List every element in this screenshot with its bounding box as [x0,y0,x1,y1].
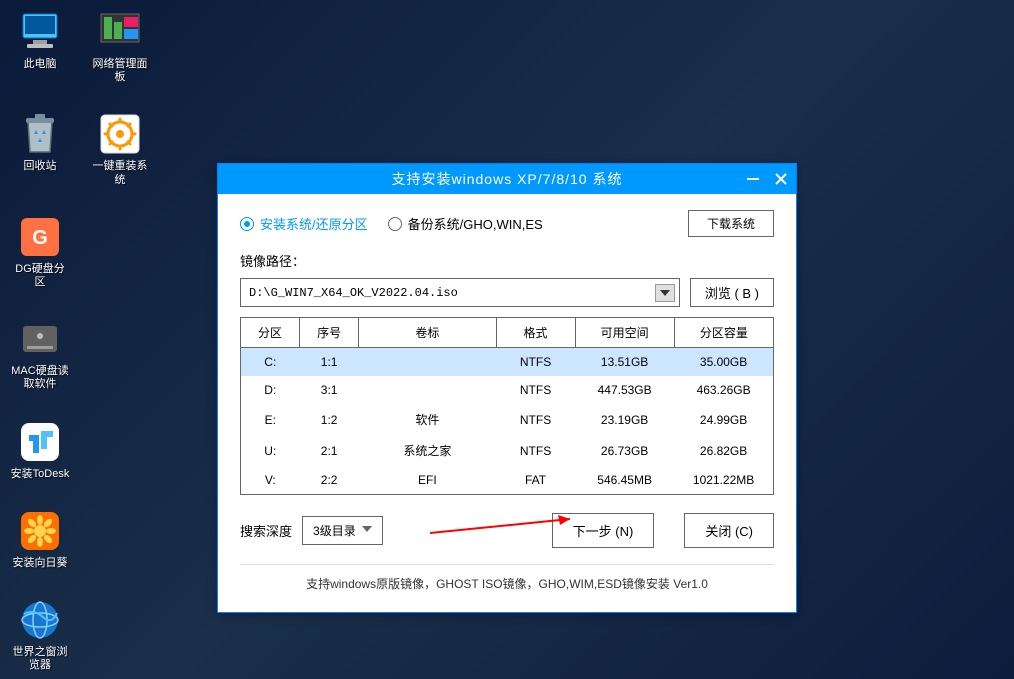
cell-partition: U: [241,435,300,466]
cell-volume [359,376,496,404]
table-header-row: 分区 序号 卷标 格式 可用空间 分区容量 [241,318,774,348]
desktop-icon-recycle-bin[interactable]: 回收站 [10,112,70,186]
cell-partition: E: [241,404,300,435]
cell-capacity: 1021.22MB [674,466,773,495]
icon-label: 此电脑 [24,58,57,71]
header-capacity: 分区容量 [674,318,773,348]
cell-format: NTFS [496,404,575,435]
globe-icon [18,598,62,642]
close-icon[interactable] [774,172,788,186]
radio-label: 安装系统/还原分区 [260,214,368,233]
image-path-dropdown[interactable]: D:\G_WIN7_X64_OK_V2022.04.iso [240,278,680,307]
header-format: 格式 [496,318,575,348]
cell-serial: 3:1 [300,376,359,404]
cell-serial: 2:1 [300,435,359,466]
table-row[interactable]: V:2:2EFIFAT546.45MB1021.22MB [241,466,774,495]
partition-table: 分区 序号 卷标 格式 可用空间 分区容量 C:1:1NTFS13.51GB35… [240,317,774,495]
header-serial: 序号 [300,318,359,348]
icon-label: 世界之窗浏览器 [10,646,70,672]
desktop-icons: 此电脑 网络管理面板 回收站 一键重装系统 G DG硬盘分区 [10,10,150,672]
icon-label: 一键重装系统 [90,160,150,186]
footer-text: 支持windows原版镜像，GHOST ISO镜像，GHO,WIM,ESD镜像安… [240,564,774,598]
browse-button[interactable]: 浏览 ( B ) [690,278,774,307]
mac-disk-icon [18,317,62,361]
next-button[interactable]: 下一步 (N) [552,513,655,548]
cell-free: 447.53GB [575,376,674,404]
header-partition: 分区 [241,318,300,348]
cell-volume: EFI [359,466,496,495]
minimize-icon[interactable] [746,172,760,186]
radio-icon [388,217,402,231]
cell-capacity: 463.26GB [674,376,773,404]
cell-format: NTFS [496,376,575,404]
icon-label: 安装向日葵 [13,557,68,570]
desktop-icon-theworld-browser[interactable]: 世界之窗浏览器 [10,598,70,672]
dialog-title: 支持安装windows XP/7/8/10 系统 [392,169,623,189]
image-path-label: 镜像路径： [240,251,774,270]
download-system-button[interactable]: 下载系统 [688,210,774,237]
radio-label: 备份系统/GHO,WIN,ES [408,214,543,233]
icon-label: MAC硬盘读取软件 [10,365,70,391]
table-row[interactable]: C:1:1 NTFS13.51GB35.00GB [241,348,774,377]
desktop-icon-sunflower[interactable]: 安装向日葵 [10,509,70,570]
radio-backup[interactable]: 备份系统/GHO,WIN,ES [388,214,543,233]
icon-label: 网络管理面板 [90,58,150,84]
cell-volume [359,348,496,377]
icon-label: 安装ToDesk [11,468,70,481]
cell-free: 546.45MB [575,466,674,495]
cell-partition: C: [241,348,300,377]
cell-free: 13.51GB [575,348,674,377]
svg-text:G: G [32,227,48,249]
cell-format: FAT [496,466,575,495]
cell-serial: 1:2 [300,404,359,435]
cell-capacity: 26.82GB [674,435,773,466]
desktop-icon-reinstall-system[interactable]: 一键重装系统 [90,112,150,186]
header-volume: 卷标 [359,318,496,348]
recycle-bin-icon [18,112,62,156]
todesk-icon [18,420,62,464]
table-row[interactable]: U:2:1系统之家NTFS26.73GB26.82GB [241,435,774,466]
chevron-down-icon[interactable] [655,284,675,302]
image-path-value: D:\G_WIN7_X64_OK_V2022.04.iso [249,286,458,300]
cell-volume: 系统之家 [359,435,496,466]
cell-format: NTFS [496,435,575,466]
icon-label: DG硬盘分区 [10,263,70,289]
reinstall-icon [98,112,142,156]
cell-serial: 1:1 [300,348,359,377]
sunflower-icon [18,509,62,553]
partition-icon: G [18,215,62,259]
desktop-icon-network-panel[interactable]: 网络管理面板 [90,10,150,84]
network-panel-icon [98,10,142,54]
installer-dialog: 支持安装windows XP/7/8/10 系统 安装系统/还原分区 备份系统/… [217,163,797,613]
desktop-icon-todesk[interactable]: 安装ToDesk [10,420,70,481]
desktop-icon-this-pc[interactable]: 此电脑 [10,10,70,84]
radio-icon [240,217,254,231]
cell-free: 26.73GB [575,435,674,466]
search-depth-value: 3级目录 [313,524,356,538]
cell-capacity: 35.00GB [674,348,773,377]
desktop-icon-dg-partition[interactable]: G DG硬盘分区 [10,215,70,289]
desktop-icon-mac-disk[interactable]: MAC硬盘读取软件 [10,317,70,391]
cell-partition: V: [241,466,300,495]
search-depth-dropdown[interactable]: 3级目录 [302,516,383,545]
cell-serial: 2:2 [300,466,359,495]
close-button[interactable]: 关闭 (C) [684,513,774,548]
header-free: 可用空间 [575,318,674,348]
computer-icon [18,10,62,54]
cell-free: 23.19GB [575,404,674,435]
icon-label: 回收站 [24,160,57,173]
titlebar[interactable]: 支持安装windows XP/7/8/10 系统 [218,164,796,194]
search-depth-label: 搜索深度 [240,521,292,540]
cell-capacity: 24.99GB [674,404,773,435]
table-row[interactable]: D:3:1 NTFS447.53GB463.26GB [241,376,774,404]
cell-format: NTFS [496,348,575,377]
radio-install-restore[interactable]: 安装系统/还原分区 [240,214,368,233]
cell-volume: 软件 [359,404,496,435]
table-row[interactable]: E:1:2软件NTFS23.19GB24.99GB [241,404,774,435]
cell-partition: D: [241,376,300,404]
